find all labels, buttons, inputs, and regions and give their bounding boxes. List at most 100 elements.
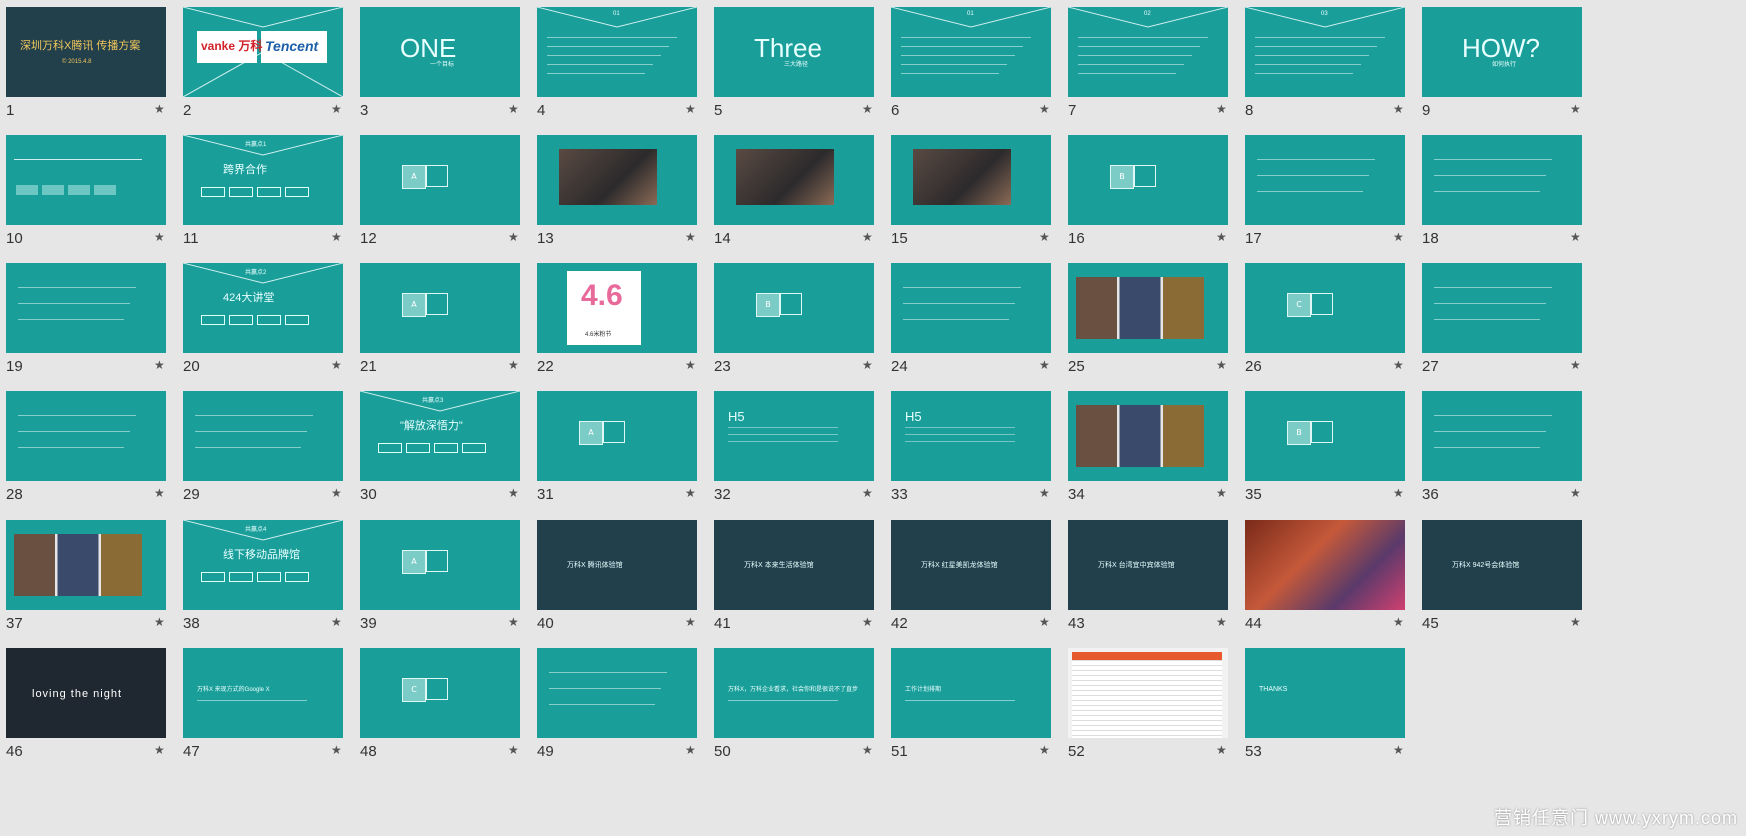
slide-preview[interactable] bbox=[714, 135, 874, 225]
slide-thumbnail[interactable]: 01 4 ★ bbox=[537, 7, 697, 127]
slide-preview[interactable] bbox=[183, 391, 343, 481]
slide-thumbnail[interactable]: 49 ★ bbox=[537, 648, 697, 768]
slide-preview[interactable]: A bbox=[360, 135, 520, 225]
slide-preview[interactable] bbox=[6, 263, 166, 353]
slide-preview[interactable]: 万科X，万科企业看求，社会你和是很说不了直步 bbox=[714, 648, 874, 738]
star-icon[interactable]: ★ bbox=[1393, 616, 1404, 628]
star-icon[interactable]: ★ bbox=[862, 359, 873, 371]
slide-thumbnail[interactable]: 34 ★ bbox=[1068, 391, 1228, 511]
star-icon[interactable]: ★ bbox=[508, 231, 519, 243]
star-icon[interactable]: ★ bbox=[1570, 231, 1581, 243]
slide-preview[interactable]: A bbox=[360, 520, 520, 610]
star-icon[interactable]: ★ bbox=[1393, 359, 1404, 371]
slide-thumbnail[interactable]: C 48 ★ bbox=[360, 648, 520, 768]
slide-thumbnail[interactable]: B 35 ★ bbox=[1245, 391, 1405, 511]
slide-thumbnail[interactable]: THANKS 53 ★ bbox=[1245, 648, 1405, 768]
slide-preview[interactable] bbox=[1245, 135, 1405, 225]
slide-preview[interactable]: C bbox=[1245, 263, 1405, 353]
star-icon[interactable]: ★ bbox=[862, 616, 873, 628]
star-icon[interactable]: ★ bbox=[154, 616, 165, 628]
slide-thumbnail[interactable]: HOW? 如何执行 9 ★ bbox=[1422, 7, 1582, 127]
slide-thumbnail[interactable]: 24 ★ bbox=[891, 263, 1051, 383]
slide-thumbnail[interactable]: B 23 ★ bbox=[714, 263, 874, 383]
star-icon[interactable]: ★ bbox=[331, 359, 342, 371]
star-icon[interactable]: ★ bbox=[1216, 231, 1227, 243]
slide-thumbnail[interactable]: 共赢点1 跨界合作 11 ★ bbox=[183, 135, 343, 255]
slide-preview[interactable] bbox=[891, 135, 1051, 225]
slide-thumbnail[interactable]: 28 ★ bbox=[6, 391, 166, 511]
star-icon[interactable]: ★ bbox=[862, 487, 873, 499]
star-icon[interactable]: ★ bbox=[862, 103, 873, 115]
star-icon[interactable]: ★ bbox=[1570, 616, 1581, 628]
star-icon[interactable]: ★ bbox=[154, 231, 165, 243]
slide-preview[interactable] bbox=[6, 391, 166, 481]
slide-thumbnail[interactable]: H5 33 ★ bbox=[891, 391, 1051, 511]
slide-preview[interactable]: 02 bbox=[1068, 7, 1228, 97]
slide-preview[interactable] bbox=[1068, 648, 1228, 738]
star-icon[interactable]: ★ bbox=[1039, 231, 1050, 243]
slide-preview[interactable]: B bbox=[1068, 135, 1228, 225]
slide-preview[interactable]: 深圳万科X腾讯 传播方案 © 2015.4.8 bbox=[6, 7, 166, 97]
slide-preview[interactable]: A bbox=[360, 263, 520, 353]
star-icon[interactable]: ★ bbox=[508, 103, 519, 115]
slide-thumbnail[interactable]: 17 ★ bbox=[1245, 135, 1405, 255]
star-icon[interactable]: ★ bbox=[1039, 744, 1050, 756]
star-icon[interactable]: ★ bbox=[1393, 103, 1404, 115]
slide-preview[interactable] bbox=[6, 135, 166, 225]
slide-preview[interactable]: 万科X 本来生活体验馆 bbox=[714, 520, 874, 610]
slide-thumbnail[interactable]: 深圳万科X腾讯 传播方案 © 2015.4.8 1 ★ bbox=[6, 7, 166, 127]
star-icon[interactable]: ★ bbox=[1216, 744, 1227, 756]
star-icon[interactable]: ★ bbox=[1393, 744, 1404, 756]
slide-thumbnail[interactable]: 25 ★ bbox=[1068, 263, 1228, 383]
star-icon[interactable]: ★ bbox=[1216, 103, 1227, 115]
slide-thumbnail[interactable]: 01 6 ★ bbox=[891, 7, 1051, 127]
slide-preview[interactable] bbox=[1245, 520, 1405, 610]
slide-preview[interactable]: loving the night bbox=[6, 648, 166, 738]
slide-preview[interactable] bbox=[1422, 263, 1582, 353]
slide-preview[interactable]: 共赢点3 "解放深悟力" bbox=[360, 391, 520, 481]
slide-thumbnail[interactable]: 03 8 ★ bbox=[1245, 7, 1405, 127]
slide-preview[interactable]: 万科X 红星美凯龙体验馆 bbox=[891, 520, 1051, 610]
slide-thumbnail[interactable]: 27 ★ bbox=[1422, 263, 1582, 383]
star-icon[interactable]: ★ bbox=[331, 487, 342, 499]
slide-thumbnail[interactable]: 37 ★ bbox=[6, 520, 166, 640]
slide-preview[interactable]: 共赢点2 424大讲堂 bbox=[183, 263, 343, 353]
star-icon[interactable]: ★ bbox=[331, 744, 342, 756]
slide-thumbnail[interactable]: 万科X 来现方式的Google X 47 ★ bbox=[183, 648, 343, 768]
slide-preview[interactable]: A bbox=[537, 391, 697, 481]
slide-thumbnail[interactable]: 万科X 942号会体验馆 45 ★ bbox=[1422, 520, 1582, 640]
slide-preview[interactable]: 01 bbox=[537, 7, 697, 97]
slide-thumbnail[interactable]: 万科X 腾讯体验馆 40 ★ bbox=[537, 520, 697, 640]
slide-thumbnail[interactable]: 19 ★ bbox=[6, 263, 166, 383]
star-icon[interactable]: ★ bbox=[1393, 231, 1404, 243]
star-icon[interactable]: ★ bbox=[685, 616, 696, 628]
star-icon[interactable]: ★ bbox=[862, 231, 873, 243]
slide-preview[interactable]: 万科X 腾讯体验馆 bbox=[537, 520, 697, 610]
star-icon[interactable]: ★ bbox=[1216, 359, 1227, 371]
slide-thumbnail[interactable]: H5 32 ★ bbox=[714, 391, 874, 511]
star-icon[interactable]: ★ bbox=[154, 487, 165, 499]
slide-thumbnail[interactable]: 共赢点2 424大讲堂 20 ★ bbox=[183, 263, 343, 383]
slide-preview[interactable] bbox=[6, 520, 166, 610]
slide-thumbnail[interactable]: 02 7 ★ bbox=[1068, 7, 1228, 127]
star-icon[interactable]: ★ bbox=[862, 744, 873, 756]
slide-thumbnail[interactable]: ONE 一个目标 3 ★ bbox=[360, 7, 520, 127]
slide-preview[interactable] bbox=[1068, 263, 1228, 353]
slide-thumbnail[interactable]: C 26 ★ bbox=[1245, 263, 1405, 383]
slide-thumbnail[interactable]: 万科X 红星美凯龙体验馆 42 ★ bbox=[891, 520, 1051, 640]
slide-preview[interactable]: B bbox=[1245, 391, 1405, 481]
slide-preview[interactable]: 共赢点4 线下移动品牌馆 bbox=[183, 520, 343, 610]
slide-thumbnail[interactable]: vanke 万科 Tencent 2 ★ bbox=[183, 7, 343, 127]
slide-preview[interactable]: H5 bbox=[714, 391, 874, 481]
star-icon[interactable]: ★ bbox=[331, 231, 342, 243]
slide-thumbnail[interactable]: 工作计划排期 51 ★ bbox=[891, 648, 1051, 768]
star-icon[interactable]: ★ bbox=[685, 103, 696, 115]
slide-thumbnail[interactable]: 万科X 台湾宜中宾体验馆 43 ★ bbox=[1068, 520, 1228, 640]
slide-thumbnail[interactable]: 10 ★ bbox=[6, 135, 166, 255]
slide-thumbnail[interactable]: 万科X，万科企业看求，社会你和是很说不了直步 50 ★ bbox=[714, 648, 874, 768]
slide-preview[interactable] bbox=[537, 135, 697, 225]
slide-thumbnail[interactable]: A 12 ★ bbox=[360, 135, 520, 255]
slide-preview[interactable]: 万科X 来现方式的Google X bbox=[183, 648, 343, 738]
star-icon[interactable]: ★ bbox=[331, 103, 342, 115]
star-icon[interactable]: ★ bbox=[154, 103, 165, 115]
